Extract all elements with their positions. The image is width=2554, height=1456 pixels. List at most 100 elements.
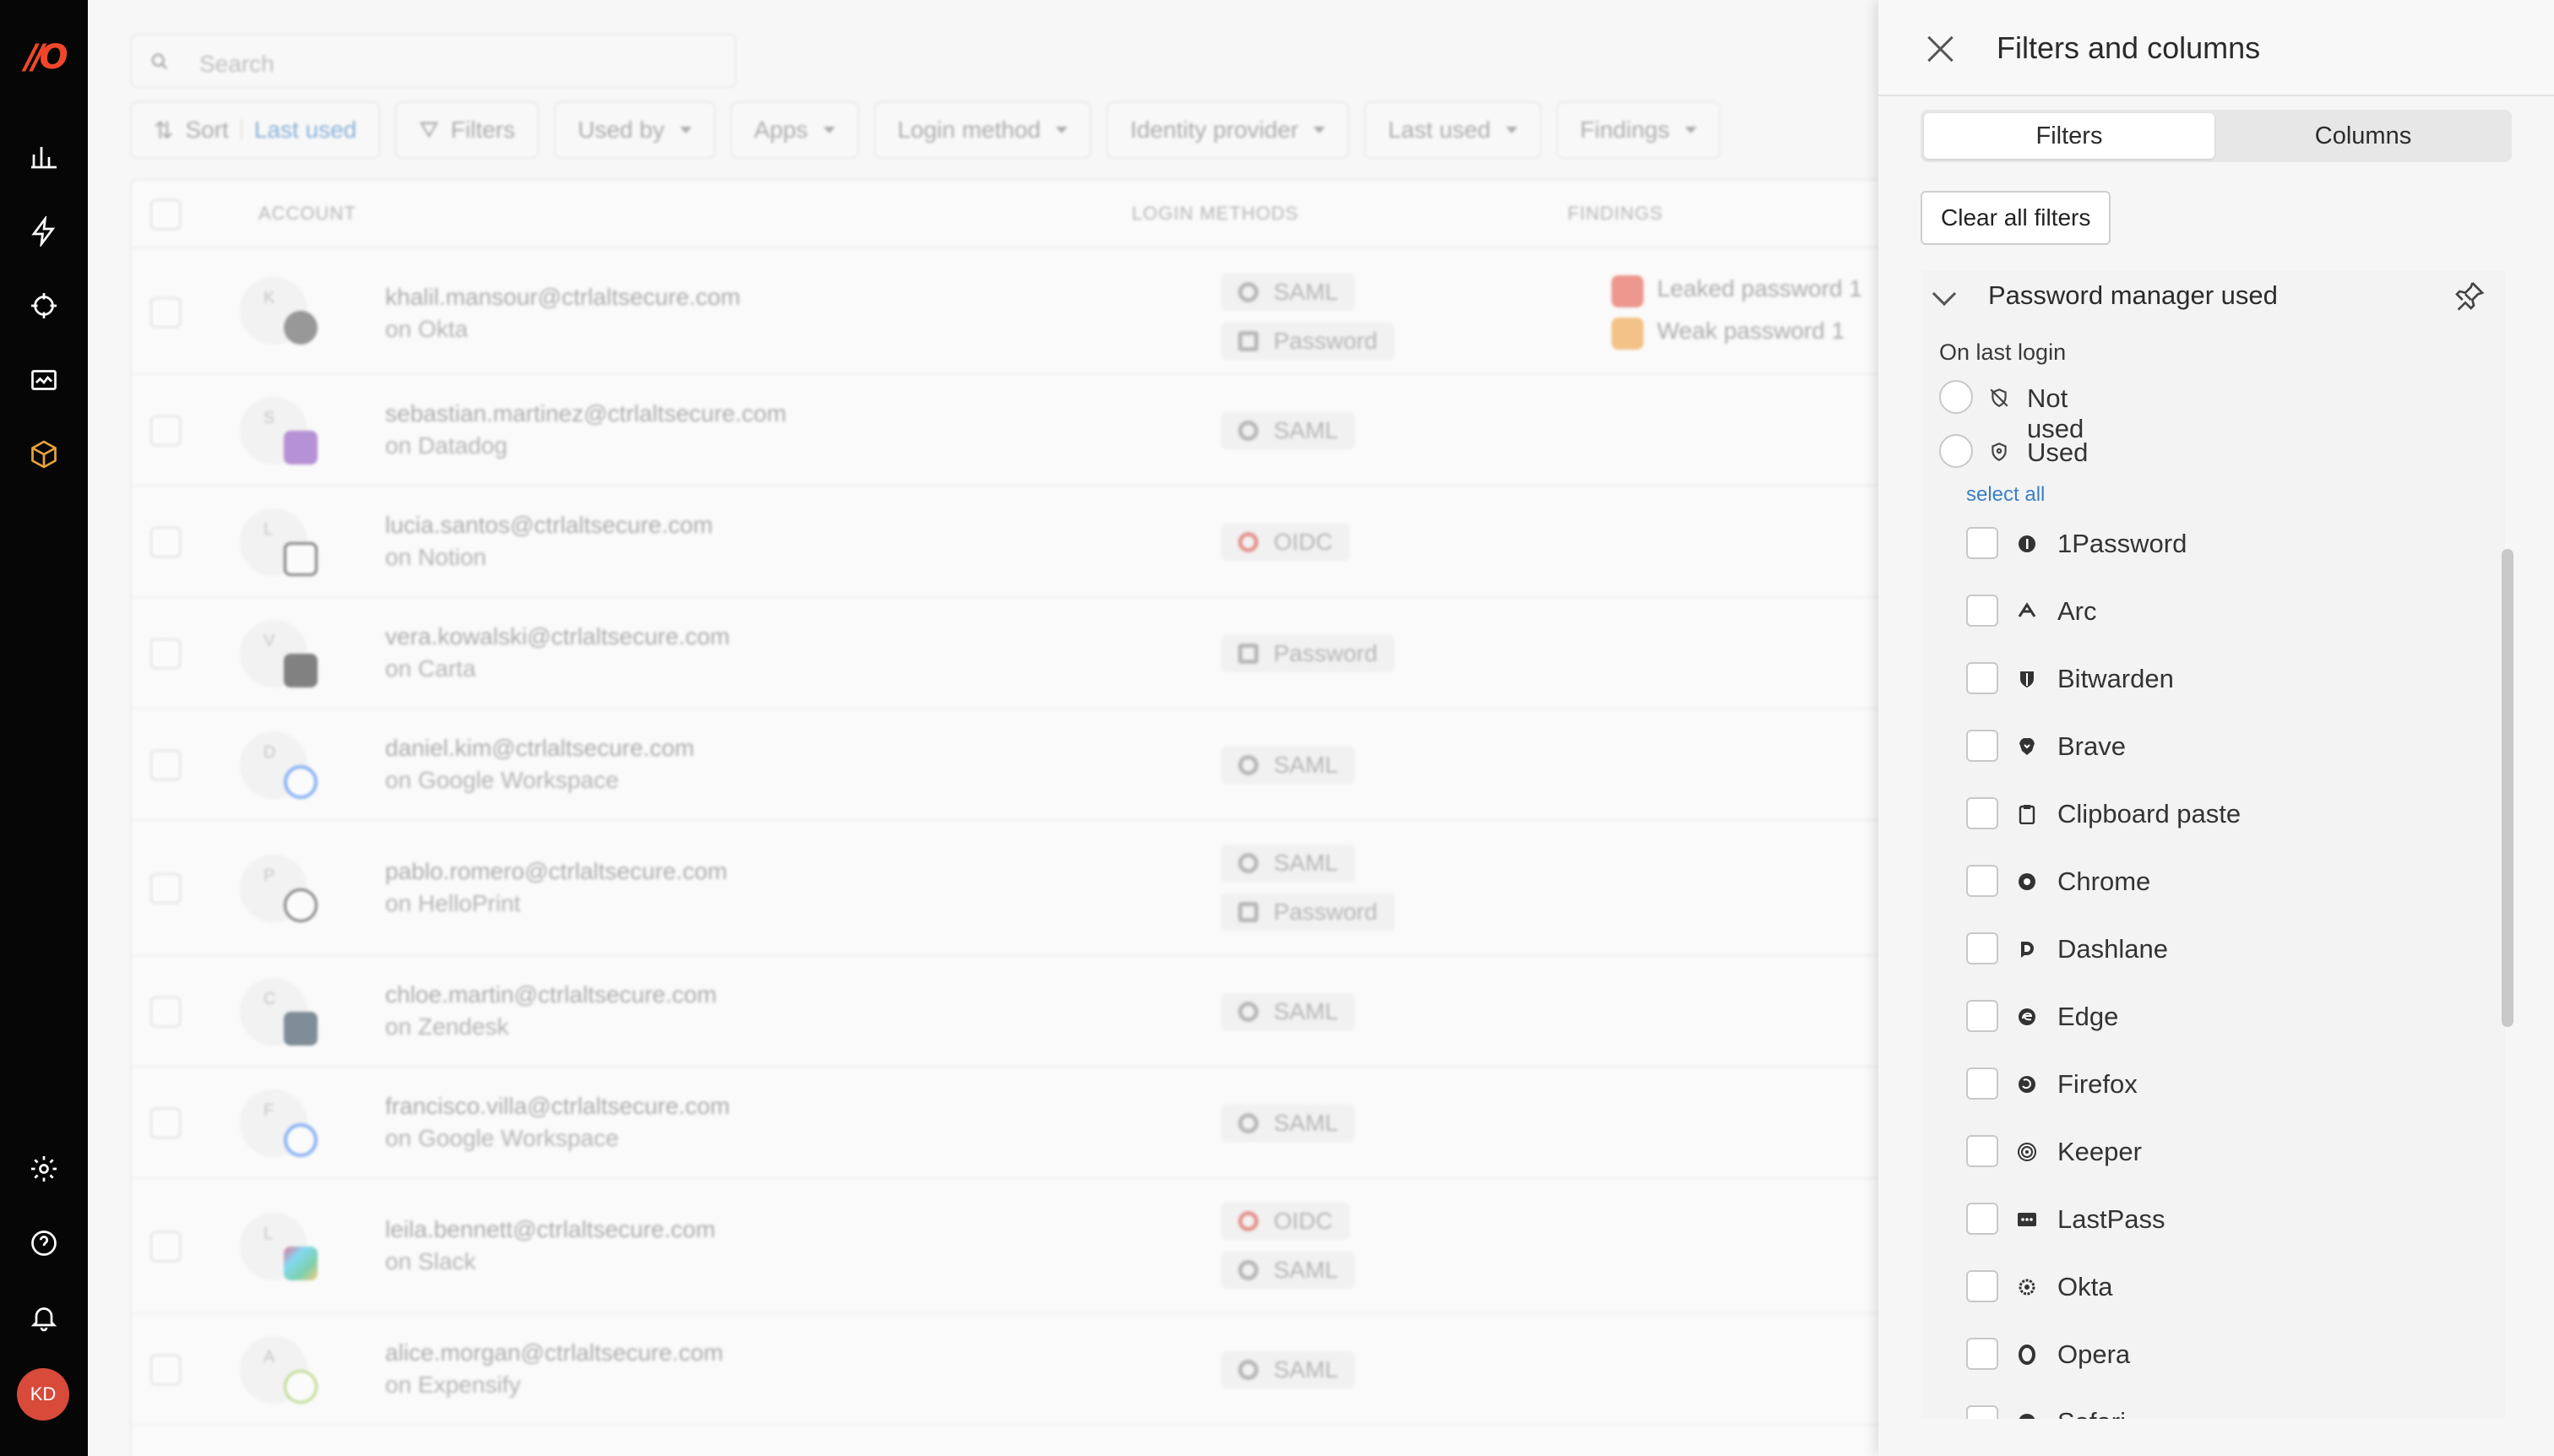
method-chip: SAML — [1221, 1105, 1356, 1142]
row-checkbox[interactable] — [150, 750, 181, 780]
option-okta[interactable]: Okta — [1966, 1265, 2490, 1307]
account-app: on Slack — [385, 1248, 476, 1274]
gear-icon[interactable] — [25, 1150, 62, 1187]
account-email[interactable]: khalil.mansour@ctrlaltsecure.com — [385, 284, 741, 311]
finding-leaked-password: Leaked password 1 — [1611, 275, 1862, 307]
dropdown-identity-provider[interactable]: Identity provider — [1106, 101, 1350, 159]
dropdown-last-used[interactable]: Last used — [1364, 101, 1541, 159]
option-chrome[interactable]: Chrome — [1966, 860, 2490, 902]
account-email[interactable]: daniel.kim@ctrlaltsecure.com — [385, 735, 694, 762]
checkbox[interactable] — [1966, 1270, 1998, 1302]
activity-icon[interactable] — [25, 361, 62, 399]
option-firefox[interactable]: Firefox — [1966, 1062, 2490, 1105]
dropdown-used-by[interactable]: Used by — [554, 101, 715, 159]
method-chip: SAML — [1221, 1252, 1356, 1289]
row-checkbox[interactable] — [150, 416, 181, 446]
account-email[interactable]: francisco.villa@ctrlaltsecure.com — [385, 1093, 730, 1120]
table-row[interactable]: P pablo.romero@ctrlaltsecure.com on Hell… — [132, 821, 1878, 956]
account-app: on HelloPrint — [385, 890, 521, 916]
row-checkbox[interactable] — [150, 1231, 181, 1262]
checkbox[interactable] — [1966, 527, 1998, 559]
row-checkbox[interactable] — [150, 997, 181, 1027]
account-email[interactable]: leila.bennett@ctrlaltsecure.com — [385, 1216, 715, 1243]
tab-columns[interactable]: Columns — [2218, 113, 2508, 159]
table-row[interactable]: K khalil.mansour@ctrlaltsecure.com on Ok… — [132, 250, 1878, 375]
row-checkbox[interactable] — [150, 1355, 181, 1385]
table-row[interactable]: L lucia.santos@ctrlaltsecure.com on Noti… — [132, 486, 1878, 598]
dropdown-findings[interactable]: Findings — [1556, 101, 1720, 159]
checkbox[interactable] — [1966, 1135, 1998, 1167]
option-1password[interactable]: 1Password — [1966, 522, 2490, 564]
account-email[interactable]: alice.morgan@ctrlaltsecure.com — [385, 1339, 723, 1366]
account-app: on Notion — [385, 544, 486, 570]
bar-chart-icon[interactable] — [25, 139, 62, 176]
option-bitwarden[interactable]: Bitwarden — [1966, 657, 2490, 699]
account-email[interactable]: sebastian.martinez@ctrlaltsecure.com — [385, 400, 786, 427]
help-icon[interactable] — [25, 1225, 62, 1262]
avatar: K — [240, 277, 318, 345]
checkbox[interactable] — [1966, 730, 1998, 762]
option-keeper[interactable]: Keeper — [1966, 1130, 2490, 1172]
checkbox[interactable] — [1966, 1203, 1998, 1235]
checkbox[interactable] — [1966, 1068, 1998, 1100]
column-findings[interactable]: FINDINGS — [1568, 203, 1663, 225]
section-header[interactable]: Password manager used — [1921, 270, 2505, 321]
bell-icon[interactable] — [25, 1299, 62, 1336]
checkbox[interactable] — [1966, 865, 1998, 897]
checkbox[interactable] — [1966, 797, 1998, 829]
dropdown-apps[interactable]: Apps — [730, 101, 859, 159]
table-row[interactable]: V vera.kowalski@ctrlaltsecure.com on Car… — [132, 598, 1878, 709]
radio-button[interactable] — [1939, 380, 1973, 414]
table-row[interactable]: L leila.bennett@ctrlaltsecure.com on Sla… — [132, 1179, 1878, 1314]
radio-button[interactable] — [1939, 434, 1973, 468]
table-row[interactable]: S sebastian.martinez@ctrlaltsecure.com o… — [132, 375, 1878, 486]
table-row[interactable]: D daniel.kim@ctrlaltsecure.com on Google… — [132, 709, 1878, 821]
table-row[interactable]: C chloe.martin@ctrlaltsecure.com on Zend… — [132, 956, 1878, 1068]
brand-logo[interactable]: //O — [14, 41, 74, 74]
checkbox[interactable] — [1966, 1405, 1998, 1419]
account-email[interactable]: pablo.romero@ctrlaltsecure.com — [385, 858, 727, 885]
account-email[interactable]: vera.kowalski@ctrlaltsecure.com — [385, 623, 730, 650]
option-opera[interactable]: Opera — [1966, 1333, 2490, 1375]
row-checkbox[interactable] — [150, 297, 181, 328]
cube-icon[interactable] — [25, 436, 62, 473]
account-app: on Google Workspace — [385, 1125, 619, 1151]
crosshair-icon[interactable] — [25, 287, 62, 324]
table-row[interactable]: F francisco.villa@ctrlaltsecure.com on G… — [132, 1068, 1878, 1179]
row-checkbox[interactable] — [150, 873, 181, 904]
clear-all-filters-button[interactable]: Clear all filters — [1921, 191, 2111, 245]
option-edge[interactable]: Edge — [1966, 995, 2490, 1037]
table-row[interactable]: A alice.morgan@ctrlaltsecure.com on Expe… — [132, 1314, 1878, 1426]
panel-scrollbar[interactable] — [2502, 549, 2513, 1027]
user-avatar[interactable]: KD — [17, 1368, 69, 1421]
dropdown-login-method[interactable]: Login method — [873, 101, 1092, 159]
filters-button[interactable]: ⛛ Filters — [395, 101, 540, 159]
option-clipboard-paste[interactable]: Clipboard paste — [1966, 792, 2490, 834]
pin-icon[interactable] — [2453, 279, 2486, 312]
lightning-icon[interactable] — [25, 213, 62, 250]
row-checkbox[interactable] — [150, 527, 181, 557]
close-icon[interactable] — [1922, 30, 1959, 68]
checkbox[interactable] — [1966, 662, 1998, 694]
checkbox[interactable] — [1966, 595, 1998, 627]
account-email[interactable]: lucia.santos@ctrlaltsecure.com — [385, 512, 713, 539]
checkbox[interactable] — [1966, 1000, 1998, 1032]
checkbox[interactable] — [1966, 932, 1998, 964]
account-email[interactable]: chloe.martin@ctrlaltsecure.com — [385, 981, 717, 1008]
option-safari[interactable]: Safari — [1966, 1400, 2490, 1419]
checkbox[interactable] — [1966, 1338, 1998, 1370]
select-all-link[interactable]: select all — [1966, 483, 2045, 507]
row-checkbox[interactable] — [150, 1108, 181, 1138]
option-brave[interactable]: Brave — [1966, 725, 2490, 767]
search-box[interactable]: Search — [130, 34, 736, 88]
option-dashlane[interactable]: Dashlane — [1966, 927, 2490, 970]
option-lastpass[interactable]: LastPass — [1966, 1198, 2490, 1240]
column-login-methods[interactable]: LOGIN METHODS — [1132, 203, 1299, 225]
option-arc[interactable]: Arc — [1966, 589, 2490, 632]
column-account[interactable]: ACCOUNT — [258, 203, 356, 225]
chevron-down-icon[interactable] — [1932, 281, 1957, 307]
select-all-checkbox[interactable] — [150, 199, 181, 230]
sort-button[interactable]: ⇅ Sort Last used — [130, 101, 381, 159]
row-checkbox[interactable] — [150, 638, 181, 669]
tab-filters[interactable]: Filters — [1924, 113, 2214, 159]
